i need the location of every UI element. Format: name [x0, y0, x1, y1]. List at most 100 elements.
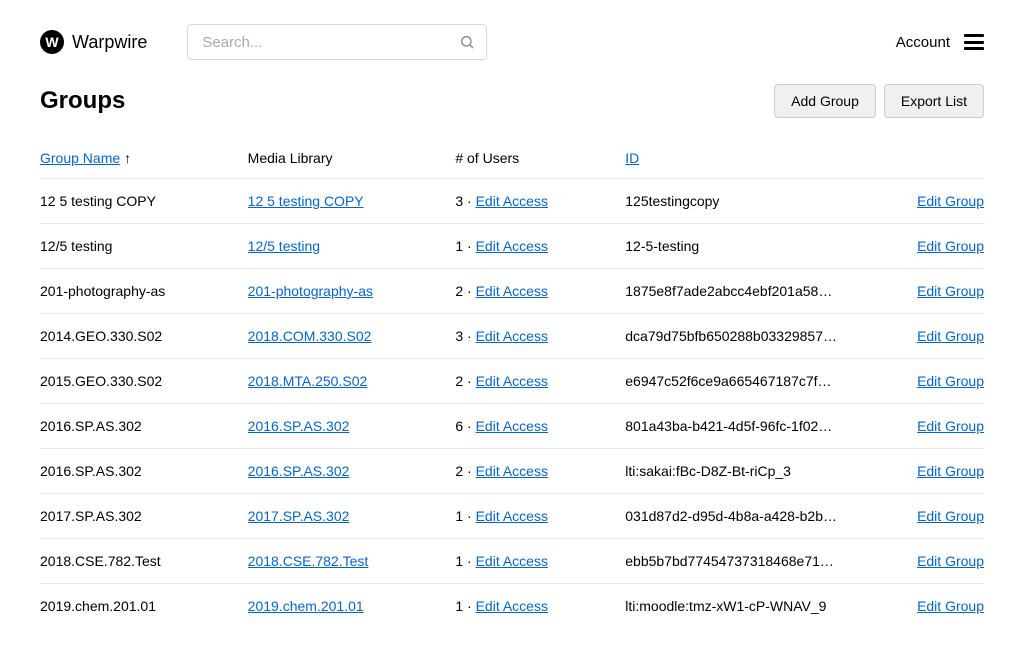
- table-row: 2016.SP.AS.3022016.SP.AS.302 2 · Edit Acc…: [40, 449, 984, 494]
- cell-id: 801a43ba-b421-4d5f-96fc-1f02…: [625, 404, 870, 449]
- media-library-link[interactable]: 12 5 testing COPY: [248, 193, 364, 209]
- user-count: 2: [455, 283, 463, 299]
- edit-group-link[interactable]: Edit Group: [917, 418, 984, 434]
- table-row: 201-photography-as201-photography-as 2 · …: [40, 269, 984, 314]
- search-wrap: [187, 24, 487, 60]
- search-icon: [459, 34, 475, 50]
- col-header-users: # of Users: [455, 142, 625, 179]
- edit-group-link[interactable]: Edit Group: [917, 193, 984, 209]
- edit-group-link[interactable]: Edit Group: [917, 508, 984, 524]
- cell-edit: Edit Group: [871, 314, 984, 359]
- media-library-link[interactable]: 2018.MTA.250.S02: [248, 373, 368, 389]
- cell-users: 1 · Edit Access: [455, 539, 625, 584]
- cell-group-name: 12/5 testing: [40, 224, 248, 269]
- edit-access-link[interactable]: Edit Access: [476, 418, 548, 434]
- export-list-button[interactable]: Export List: [884, 84, 984, 118]
- separator-dot: ·: [463, 283, 475, 299]
- user-count: 3: [455, 193, 463, 209]
- table-row: 2014.GEO.330.S022018.COM.330.S023 · Edit…: [40, 314, 984, 359]
- add-group-button[interactable]: Add Group: [774, 84, 876, 118]
- cell-id: ebb5b7bd77454737318468e71…: [625, 539, 870, 584]
- col-header-group-name[interactable]: Group Name↑: [40, 142, 248, 179]
- cell-group-name: 2016.SP.AS.302: [40, 449, 248, 494]
- account-link[interactable]: Account: [896, 34, 950, 51]
- separator-dot: ·: [463, 238, 475, 254]
- edit-group-link[interactable]: Edit Group: [917, 328, 984, 344]
- edit-group-link[interactable]: Edit Group: [917, 283, 984, 299]
- cell-edit: Edit Group: [871, 269, 984, 314]
- app-header: W Warpwire Account: [0, 0, 1024, 76]
- edit-group-link[interactable]: Edit Group: [917, 373, 984, 389]
- edit-access-link[interactable]: Edit Access: [476, 553, 548, 569]
- cell-media-library: 2018.COM.330.S02: [248, 314, 456, 359]
- menu-icon[interactable]: [964, 34, 984, 50]
- user-count: 1: [455, 598, 463, 614]
- separator-dot: ·: [463, 328, 475, 344]
- user-count: 1: [455, 238, 463, 254]
- cell-users: 1 · Edit Access: [455, 494, 625, 539]
- header-right: Account: [896, 34, 984, 51]
- cell-group-name: 12 5 testing COPY: [40, 179, 248, 224]
- separator-dot: ·: [463, 418, 475, 434]
- search-input[interactable]: [187, 24, 487, 60]
- sort-arrow-icon: ↑: [124, 150, 131, 166]
- cell-media-library: 12 5 testing COPY: [248, 179, 456, 224]
- table-row: 12 5 testing COPY12 5 testing COPY3 · Ed…: [40, 179, 984, 224]
- edit-access-link[interactable]: Edit Access: [476, 328, 548, 344]
- media-library-link[interactable]: 2016.SP.AS.302: [248, 418, 350, 434]
- cell-edit: Edit Group: [871, 179, 984, 224]
- cell-group-name: 2015.GEO.330.S02: [40, 359, 248, 404]
- edit-group-link[interactable]: Edit Group: [917, 238, 984, 254]
- cell-group-name: 2018.CSE.782.Test: [40, 539, 248, 584]
- media-library-link[interactable]: 2016.SP.AS.302: [248, 463, 350, 479]
- col-header-id[interactable]: ID: [625, 142, 870, 179]
- edit-access-link[interactable]: Edit Access: [476, 508, 548, 524]
- table-row: 2015.GEO.330.S022018.MTA.250.S022 · Edit…: [40, 359, 984, 404]
- groups-table: Group Name↑ Media Library # of Users ID …: [40, 142, 984, 628]
- separator-dot: ·: [463, 463, 475, 479]
- col-header-media-library: Media Library: [248, 142, 456, 179]
- page-title: Groups: [40, 87, 125, 115]
- edit-access-link[interactable]: Edit Access: [476, 463, 548, 479]
- content: Groups Add Group Export List Group Name↑…: [0, 76, 1024, 648]
- cell-users: 6 · Edit Access: [455, 404, 625, 449]
- edit-group-link[interactable]: Edit Group: [917, 553, 984, 569]
- edit-group-link[interactable]: Edit Group: [917, 598, 984, 614]
- media-library-link[interactable]: 2018.COM.330.S02: [248, 328, 372, 344]
- cell-media-library: 2019.chem.201.01: [248, 584, 456, 629]
- cell-group-name: 2019.chem.201.01: [40, 584, 248, 629]
- cell-edit: Edit Group: [871, 404, 984, 449]
- table-row: 2017.SP.AS.3022017.SP.AS.302 1 · Edit Acc…: [40, 494, 984, 539]
- media-library-link[interactable]: 2018.CSE.782.Test: [248, 553, 369, 569]
- edit-access-link[interactable]: Edit Access: [476, 598, 548, 614]
- cell-group-name: 2017.SP.AS.302: [40, 494, 248, 539]
- media-library-link[interactable]: 2017.SP.AS.302: [248, 508, 350, 524]
- cell-edit: Edit Group: [871, 584, 984, 629]
- cell-group-name: 2014.GEO.330.S02: [40, 314, 248, 359]
- edit-group-link[interactable]: Edit Group: [917, 463, 984, 479]
- cell-edit: Edit Group: [871, 359, 984, 404]
- cell-id: 125testingcopy: [625, 179, 870, 224]
- media-library-link[interactable]: 201-photography-as: [248, 283, 373, 299]
- media-library-link[interactable]: 2019.chem.201.01: [248, 598, 364, 614]
- cell-media-library: 12/5 testing: [248, 224, 456, 269]
- media-library-link[interactable]: 12/5 testing: [248, 238, 320, 254]
- edit-access-link[interactable]: Edit Access: [476, 283, 548, 299]
- cell-edit: Edit Group: [871, 494, 984, 539]
- separator-dot: ·: [463, 373, 475, 389]
- cell-edit: Edit Group: [871, 539, 984, 584]
- cell-group-name: 2016.SP.AS.302: [40, 404, 248, 449]
- table-row: 12/5 testing12/5 testing1 · Edit Access1…: [40, 224, 984, 269]
- edit-access-link[interactable]: Edit Access: [476, 238, 548, 254]
- cell-edit: Edit Group: [871, 224, 984, 269]
- cell-media-library: 2016.SP.AS.302: [248, 449, 456, 494]
- separator-dot: ·: [463, 553, 475, 569]
- brand-name: Warpwire: [72, 32, 147, 53]
- edit-access-link[interactable]: Edit Access: [476, 373, 548, 389]
- cell-group-name: 201-photography-as: [40, 269, 248, 314]
- cell-users: 2 · Edit Access: [455, 449, 625, 494]
- edit-access-link[interactable]: Edit Access: [476, 193, 548, 209]
- cell-id: lti:moodle:tmz-xW1-cP-WNAV_9: [625, 584, 870, 629]
- cell-id: lti:sakai:fBc-D8Z-Bt-riCp_3: [625, 449, 870, 494]
- cell-users: 2 · Edit Access: [455, 269, 625, 314]
